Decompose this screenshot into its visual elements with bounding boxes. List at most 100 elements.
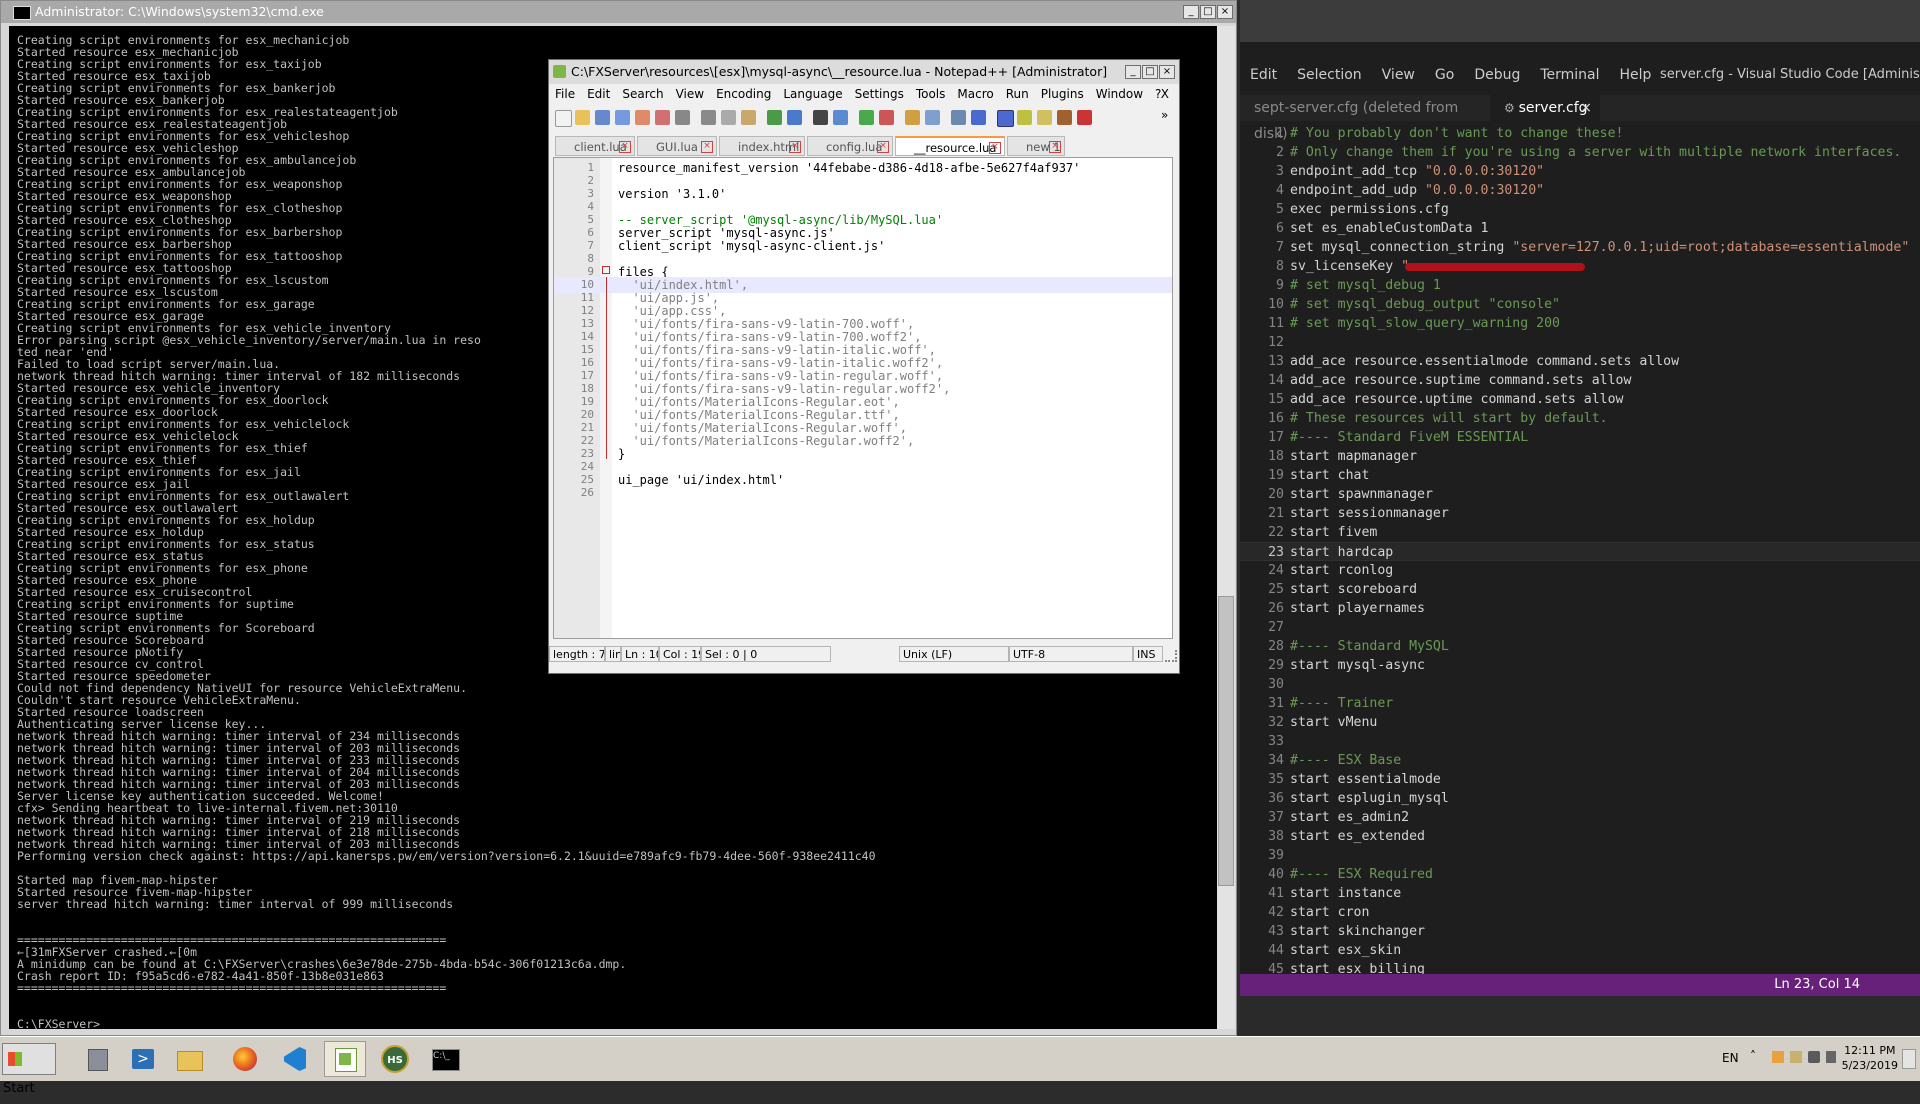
macro-record-icon[interactable] <box>1077 110 1092 125</box>
close-icon[interactable]: × <box>701 141 713 153</box>
close-icon[interactable]: × <box>619 141 631 153</box>
undo-icon[interactable] <box>767 110 782 125</box>
vscode-editor[interactable]: 1 # You probably don't want to change the… <box>1240 124 1920 974</box>
cursor-position[interactable]: Ln 23, Col 14 <box>1774 974 1860 996</box>
taskbar-firefox[interactable] <box>224 1041 266 1077</box>
vscode-tab-server-cfg[interactable]: ⚙ server.cfg × <box>1490 95 1600 121</box>
close-all-icon[interactable] <box>655 110 670 125</box>
notepadpp-editor[interactable]: 1 resource_manifest_version '44febabe-d38… <box>553 157 1173 639</box>
redo-icon[interactable] <box>787 110 802 125</box>
tab-gui-lua[interactable]: GUI.lua × <box>637 136 717 156</box>
vscode-menu-terminal[interactable]: Terminal <box>1530 60 1609 90</box>
fold-toggle-icon[interactable] <box>602 266 610 274</box>
tab-config-lua[interactable]: config.lua × <box>807 136 893 156</box>
menu-file[interactable]: File <box>549 84 581 104</box>
notepadpp-titlebar[interactable]: C:\FXServer\resources\[esx]\mysql-async\… <box>549 60 1179 84</box>
code-line: 41 start instance <box>1240 884 1920 903</box>
print-icon[interactable] <box>675 110 690 125</box>
close-button[interactable]: × <box>1217 5 1233 19</box>
sync-horizontal-icon[interactable] <box>925 110 940 125</box>
close-button[interactable]: × <box>1159 65 1175 79</box>
code-text: start scoreboard <box>1290 582 1418 597</box>
new-file-icon[interactable] <box>555 110 572 127</box>
taskbar-vscode[interactable] <box>274 1041 316 1077</box>
tab-resource-lua[interactable]: __resource.lua × <box>895 136 1005 156</box>
doc-map-icon[interactable] <box>1017 110 1032 125</box>
network-icon[interactable] <box>1808 1051 1820 1063</box>
line-number: 21 <box>1268 506 1284 521</box>
code-line: 43 start skinchanger <box>1240 922 1920 941</box>
vscode-menu-debug[interactable]: Debug <box>1464 60 1530 90</box>
taskbar-powershell[interactable]: > <box>122 1041 164 1077</box>
menu-tools[interactable]: Tools <box>910 84 952 104</box>
taskbar-server-manager[interactable] <box>76 1041 118 1077</box>
zoom-in-icon[interactable] <box>859 110 874 125</box>
menu-settings[interactable]: Settings <box>849 84 910 104</box>
cmd-titlebar[interactable]: Administrator: C:\Windows\system32\cmd.e… <box>1 1 1236 23</box>
menu-encoding[interactable]: Encoding <box>710 84 777 104</box>
copy-icon[interactable] <box>721 110 736 125</box>
start-button[interactable]: Start <box>2 1043 56 1096</box>
menu-view[interactable]: View <box>670 84 710 104</box>
close-icon[interactable]: × <box>877 141 889 153</box>
word-wrap-icon[interactable] <box>951 110 966 125</box>
menu-window[interactable]: Window <box>1090 84 1149 104</box>
tab-client-lua[interactable]: client.lua × <box>555 136 635 156</box>
tab-new-1[interactable]: new 1 × <box>1007 136 1065 156</box>
tab-index-html[interactable]: index.html × <box>719 136 805 156</box>
close-icon[interactable]: × <box>989 142 1001 154</box>
replace-icon[interactable] <box>833 110 848 125</box>
close-icon[interactable]: × <box>1580 95 1592 121</box>
close-icon[interactable]: × <box>1049 141 1061 153</box>
vscode-icon <box>284 1047 306 1071</box>
toolbar-overflow-icon[interactable]: » <box>1161 108 1168 122</box>
tray-app-icon[interactable] <box>1772 1051 1784 1063</box>
vscode-menu-view[interactable]: View <box>1372 60 1425 90</box>
minimize-button[interactable]: _ <box>1125 65 1141 79</box>
close-document-button[interactable]: X <box>1155 84 1175 104</box>
menu-run[interactable]: Run <box>1000 84 1035 104</box>
show-all-chars-icon[interactable] <box>971 110 986 125</box>
line-number: 6 <box>1276 221 1284 236</box>
minimize-button[interactable]: _ <box>1183 5 1199 19</box>
vscode-tab-sept-server-cfg[interactable]: sept-server.cfg (deleted from disk) <box>1240 95 1490 142</box>
tray-folder-icon[interactable] <box>1790 1051 1802 1063</box>
menu-language[interactable]: Language <box>777 84 848 104</box>
cmd-scrollbar[interactable] <box>1217 26 1235 1029</box>
folder-workspace-icon[interactable] <box>1057 110 1072 125</box>
save-all-icon[interactable] <box>615 110 630 125</box>
cut-icon[interactable] <box>701 110 716 125</box>
taskbar-file-explorer[interactable] <box>168 1041 210 1077</box>
close-file-icon[interactable] <box>635 110 650 125</box>
vscode-menu-edit[interactable]: Edit <box>1240 60 1287 90</box>
sync-vertical-icon[interactable] <box>905 110 920 125</box>
status-eol[interactable]: Unix (LF) <box>899 646 1009 662</box>
open-folder-icon[interactable] <box>575 110 590 125</box>
vscode-menu-help[interactable]: Help <box>1610 60 1662 90</box>
maximize-button[interactable]: □ <box>1200 5 1216 19</box>
indent-guide-icon[interactable] <box>997 110 1014 127</box>
language-indicator[interactable]: EN <box>1722 1051 1739 1065</box>
menu-edit[interactable]: Edit <box>581 84 616 104</box>
clock[interactable]: 12:11 PM 5/23/2019 <box>1842 1043 1898 1073</box>
resize-grip[interactable] <box>1165 650 1177 662</box>
zoom-out-icon[interactable] <box>879 110 894 125</box>
function-list-icon[interactable] <box>1037 110 1052 125</box>
find-icon[interactable] <box>813 110 828 125</box>
taskbar-cmd[interactable]: C:\_ <box>424 1041 466 1077</box>
close-icon[interactable]: × <box>789 141 801 153</box>
scrollbar-thumb[interactable] <box>1218 596 1234 886</box>
volume-icon[interactable] <box>1826 1051 1836 1063</box>
show-desktop-button[interactable] <box>1902 1049 1916 1069</box>
menu-plugins[interactable]: Plugins <box>1035 84 1090 104</box>
chevron-up-icon[interactable]: ˄ <box>1750 1049 1756 1063</box>
taskbar-hs-app[interactable]: HS <box>374 1041 416 1077</box>
save-icon[interactable] <box>595 110 610 125</box>
vscode-menu-selection[interactable]: Selection <box>1287 60 1372 90</box>
menu-search[interactable]: Search <box>616 84 669 104</box>
maximize-button[interactable]: □ <box>1142 65 1158 79</box>
vscode-menu-go[interactable]: Go <box>1425 60 1464 90</box>
menu-macro[interactable]: Macro <box>951 84 999 104</box>
taskbar-notepadpp[interactable] <box>324 1041 366 1077</box>
paste-icon[interactable] <box>741 110 756 125</box>
